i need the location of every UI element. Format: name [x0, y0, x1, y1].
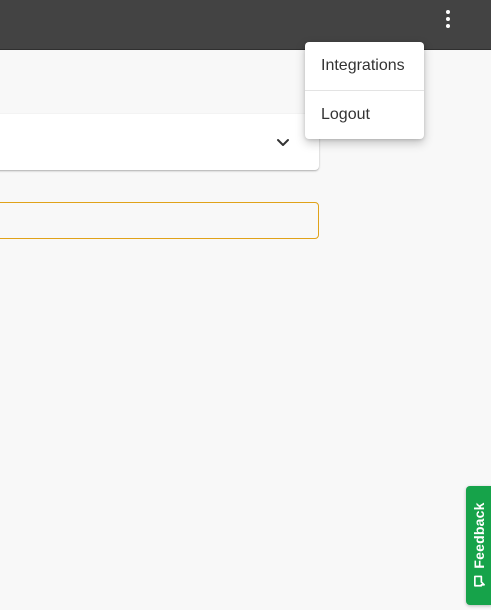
menu-item-label: Logout — [321, 106, 370, 123]
chevron-down-icon[interactable] — [275, 134, 291, 150]
overflow-menu: Integrations Logout — [305, 42, 424, 139]
kebab-dot — [446, 24, 450, 28]
menu-item-label: Integrations — [321, 57, 405, 74]
more-vert-icon[interactable] — [433, 4, 463, 34]
feedback-label: Feedback — [471, 502, 487, 569]
menu-item-integrations[interactable]: Integrations — [305, 42, 424, 90]
kebab-dot — [446, 10, 450, 14]
text-input-field[interactable] — [0, 202, 319, 239]
feedback-tab[interactable]: Feedback — [466, 486, 491, 605]
menu-item-logout[interactable]: Logout — [305, 91, 424, 139]
kebab-dot — [446, 17, 450, 21]
feedback-tab-content: Feedback — [471, 502, 487, 587]
dropdown-select[interactable] — [0, 114, 319, 170]
feedback-icon — [473, 575, 485, 587]
